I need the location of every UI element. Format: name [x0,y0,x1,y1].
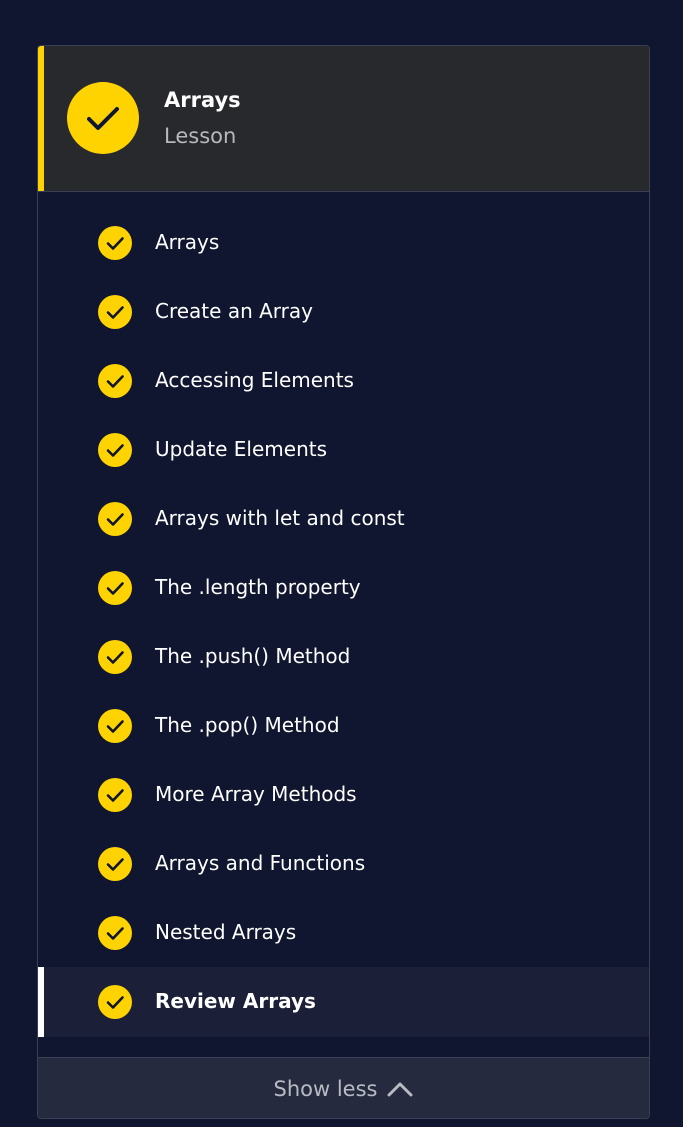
lesson-title: Arrays [164,88,241,112]
exercise-label: Accessing Elements [155,368,354,392]
exercise-item[interactable]: The .length property [38,553,649,622]
check-icon [98,502,132,536]
check-icon [98,364,132,398]
check-icon [98,226,132,260]
check-icon [98,778,132,812]
exercise-label: The .length property [155,575,361,599]
check-icon [98,640,132,674]
lesson-type: Lesson [164,124,237,148]
exercise-label: The .push() Method [155,644,351,668]
exercise-label: More Array Methods [155,782,357,806]
lesson-header[interactable]: Arrays Lesson [38,46,649,192]
check-icon [98,433,132,467]
exercise-list: Arrays Create an Array Accessing Element… [38,208,649,1037]
check-icon [98,571,132,605]
check-icon [98,847,132,881]
exercise-label: Review Arrays [155,989,316,1013]
exercise-item[interactable]: Update Elements [38,415,649,484]
check-icon [87,107,119,130]
check-icon [98,295,132,329]
check-icon [98,916,132,950]
lesson-complete-badge [67,82,139,154]
check-icon [98,709,132,743]
show-less-button[interactable]: Show less [38,1057,649,1118]
exercise-item[interactable]: More Array Methods [38,760,649,829]
lesson-accent-bar [38,46,44,191]
chevron-up-icon [387,1082,413,1096]
exercise-label: Arrays [155,230,220,254]
exercise-item-active[interactable]: Review Arrays [38,967,649,1037]
exercise-item[interactable]: Arrays with let and const [38,484,649,553]
exercise-item[interactable]: Arrays [38,208,649,277]
exercise-label: Arrays and Functions [155,851,366,875]
exercise-item[interactable]: The .push() Method [38,622,649,691]
exercise-item[interactable]: Arrays and Functions [38,829,649,898]
show-less-label: Show less [273,1076,378,1101]
exercise-item[interactable]: Nested Arrays [38,898,649,967]
exercise-item[interactable]: The .pop() Method [38,691,649,760]
exercise-label: Nested Arrays [155,920,297,944]
lesson-panel: Arrays Lesson Arrays Create an Array Acc… [37,45,650,1119]
check-icon [98,985,132,1019]
exercise-label: Arrays with let and const [155,506,405,530]
exercise-label: The .pop() Method [155,713,340,737]
exercise-item[interactable]: Create an Array [38,277,649,346]
exercise-label: Create an Array [155,299,313,323]
exercise-item[interactable]: Accessing Elements [38,346,649,415]
exercise-label: Update Elements [155,437,328,461]
